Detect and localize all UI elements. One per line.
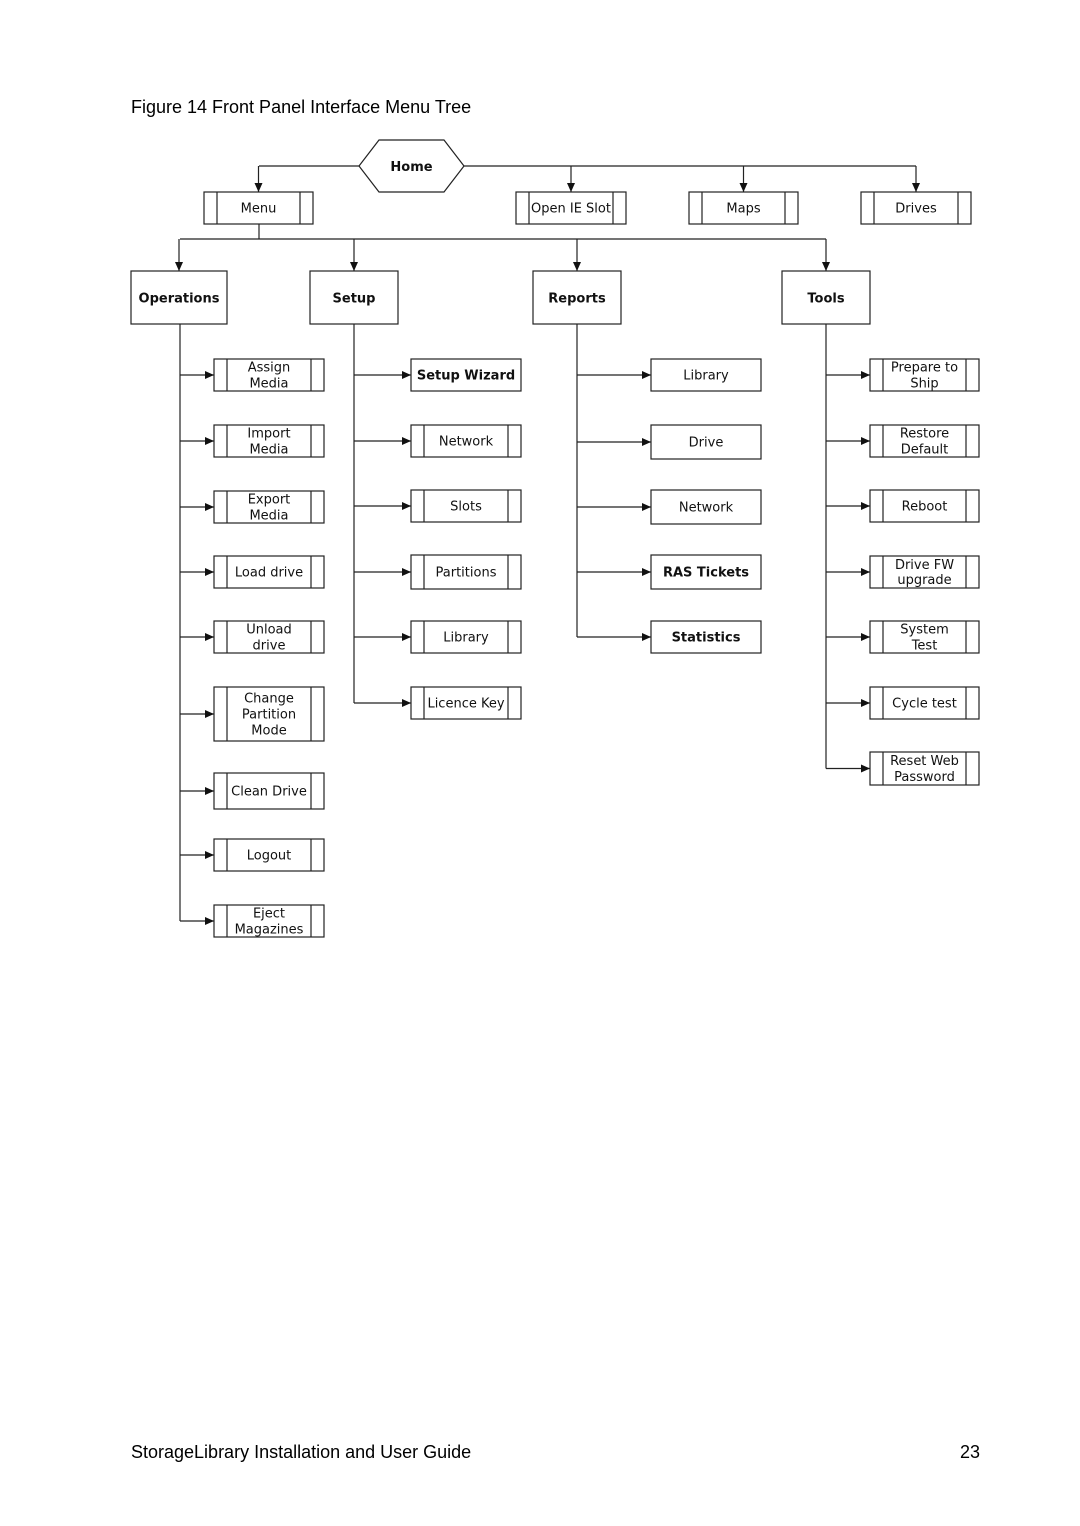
arrowhead-icon xyxy=(642,503,651,511)
setup-item-licence-key-label: Licence Key xyxy=(427,697,504,712)
arrowhead-icon xyxy=(205,917,214,925)
operations-item-load-drive-label: Load drive xyxy=(235,566,303,581)
tools-item-drive-fw-upgrade-label: Drive FW xyxy=(895,558,954,573)
tools-item-system-test-label: System xyxy=(900,623,948,638)
footer-page-number: 23 xyxy=(959,1442,980,1462)
setup-item-setup-wizard-label: Setup Wizard xyxy=(417,369,515,384)
arrowhead-icon xyxy=(175,262,183,271)
tools-item-restore-default-label: Default xyxy=(901,443,949,458)
arrowhead-icon xyxy=(573,262,581,271)
arrowhead-icon xyxy=(205,710,214,718)
tools-item-drive-fw-upgrade-label: upgrade xyxy=(897,573,951,588)
tools-item-prepare-to-ship-label: Prepare to xyxy=(891,361,958,376)
arrowhead-icon xyxy=(642,633,651,641)
arrowhead-icon xyxy=(861,633,870,641)
arrowhead-icon xyxy=(205,851,214,859)
arrowhead-icon xyxy=(739,183,748,192)
operations-item-eject-magazines-label: Eject xyxy=(253,907,285,922)
operations-item-eject-magazines-label: Magazines xyxy=(235,923,304,938)
setup-item-partitions-label: Partitions xyxy=(436,566,497,581)
operations-item-unload-drive-label: Unload xyxy=(246,623,292,638)
tools-item-prepare-to-ship-label: Ship xyxy=(910,377,938,392)
operations-item-import-media-label: Media xyxy=(249,443,288,458)
arrowhead-icon xyxy=(861,371,870,379)
reports-item-library-label: Library xyxy=(683,369,729,384)
operations-item-import-media-label: Import xyxy=(247,427,290,442)
arrowhead-icon xyxy=(205,568,214,576)
operations-item-clean-drive-label: Clean Drive xyxy=(231,785,307,800)
arrowhead-icon xyxy=(822,262,830,271)
reports-item-drive-label: Drive xyxy=(689,436,724,451)
arrowhead-icon xyxy=(205,371,214,379)
operations-item-unload-drive-label: drive xyxy=(253,639,286,654)
category-setup-label: Setup xyxy=(333,292,376,307)
setup-item-network-label: Network xyxy=(439,435,494,450)
arrowhead-icon xyxy=(642,438,651,446)
operations-item-logout-label: Logout xyxy=(247,849,292,864)
arrowhead-icon xyxy=(402,371,411,379)
tools-item-restore-default-label: Restore xyxy=(900,427,949,442)
level1-menu-label: Menu xyxy=(241,202,277,217)
arrowhead-icon xyxy=(205,633,214,641)
setup-item-slots-label: Slots xyxy=(450,500,482,515)
operations-item-assign-media-label: Media xyxy=(249,377,288,392)
operations-item-change-partition-mode-label: Change xyxy=(244,692,294,707)
level1-drives-label: Drives xyxy=(895,202,937,217)
tools-item-reboot-label: Reboot xyxy=(902,500,948,515)
arrowhead-icon xyxy=(350,262,358,271)
arrowhead-icon xyxy=(402,437,411,445)
reports-item-statistics-label: Statistics xyxy=(672,631,741,646)
level1-maps-label: Maps xyxy=(726,202,760,217)
operations-item-export-media-label: Export xyxy=(248,493,291,508)
tools-item-reset-web-password-label: Reset Web xyxy=(890,754,959,769)
home-node-label: Home xyxy=(390,160,432,175)
reports-item-ras-tickets-label: RAS Tickets xyxy=(663,566,749,581)
arrowhead-icon xyxy=(861,502,870,510)
arrowhead-icon xyxy=(402,568,411,576)
operations-item-change-partition-mode-label: Partition xyxy=(242,708,296,723)
arrowhead-icon xyxy=(205,503,214,511)
tools-item-cycle-test-label: Cycle test xyxy=(892,697,957,712)
category-tools-label: Tools xyxy=(807,292,844,307)
arrowhead-icon xyxy=(205,787,214,795)
arrowhead-icon xyxy=(402,633,411,641)
arrowhead-icon xyxy=(642,371,651,379)
arrowhead-icon xyxy=(254,183,263,192)
arrowhead-icon xyxy=(567,183,575,192)
setup-item-library-label: Library xyxy=(443,631,489,646)
menu-tree-diagram: Home Menu Open IE Slot Maps Drives Operations… xyxy=(130,139,980,938)
arrowhead-icon xyxy=(912,183,920,192)
arrowhead-icon xyxy=(861,568,870,576)
level1-open-ie-slot-label: Open IE Slot xyxy=(531,202,611,217)
arrowhead-icon xyxy=(402,502,411,510)
tools-item-system-test-label: Test xyxy=(911,639,938,654)
arrowhead-icon xyxy=(861,764,870,773)
arrowhead-icon xyxy=(642,568,651,576)
arrowhead-icon xyxy=(402,699,411,707)
operations-item-assign-media-label: Assign xyxy=(248,361,291,376)
operations-item-change-partition-mode-label: Mode xyxy=(251,724,286,739)
operations-item-export-media-label: Media xyxy=(249,509,288,524)
arrowhead-icon xyxy=(861,437,870,445)
tools-item-reset-web-password-label: Password xyxy=(894,770,955,785)
arrowhead-icon xyxy=(205,437,214,445)
category-operations-label: Operations xyxy=(139,292,220,307)
category-reports-label: Reports xyxy=(548,292,606,307)
reports-item-network-label: Network xyxy=(679,501,734,516)
arrowhead-icon xyxy=(861,699,870,707)
footer-document-title: StorageLibrary Installation and User Gui… xyxy=(131,1442,472,1462)
